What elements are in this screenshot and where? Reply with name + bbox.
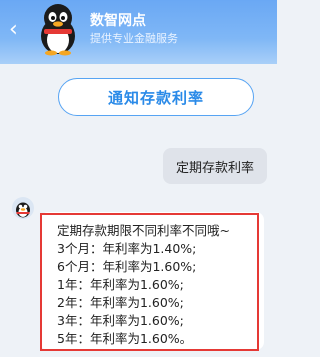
notice-deposit-rate-button[interactable]: 通知存款利率 (58, 78, 254, 116)
penguin-small-avatar (12, 197, 34, 219)
user-message-bubble: 定期存款利率 (163, 148, 267, 184)
page-subtitle: 提供专业金融服务 (90, 32, 178, 45)
penguin-avatar (41, 4, 75, 56)
header-bar: ‹ 数智网点 提供专业金融服务 (0, 0, 277, 64)
back-icon[interactable]: ‹ (9, 18, 25, 42)
highlight-box (40, 213, 259, 351)
page-title: 数智网点 (90, 13, 146, 29)
